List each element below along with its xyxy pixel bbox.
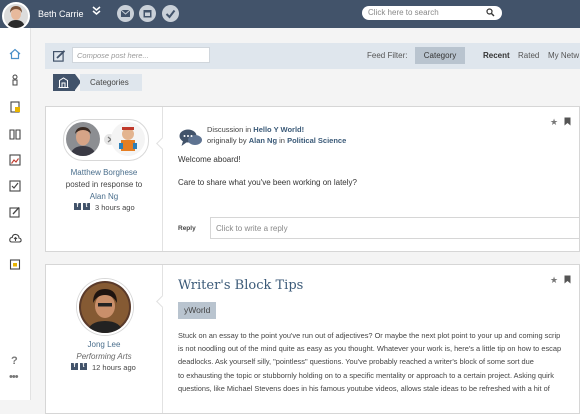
feed-filter-select[interactable]: Category xyxy=(415,47,465,64)
top-bar: Beth Carrie xyxy=(0,0,580,30)
edit-icon[interactable] xyxy=(9,206,21,218)
bookmark-icon[interactable] xyxy=(564,275,571,286)
search-icon[interactable] xyxy=(486,8,495,19)
person-icon[interactable] xyxy=(9,74,21,86)
discussion-link[interactable]: Hello Y World! xyxy=(253,125,304,134)
discussion-icon xyxy=(179,128,203,150)
breadcrumb-home[interactable] xyxy=(53,74,81,91)
twitter-icon[interactable]: t xyxy=(83,203,90,210)
post-tag[interactable]: yWorld xyxy=(178,302,217,319)
reply-input[interactable] xyxy=(216,218,516,238)
calendar-sidebar-icon[interactable] xyxy=(9,258,21,270)
post-body-line: is not noodling out of the mind quite as… xyxy=(178,344,562,354)
search-input[interactable] xyxy=(368,6,478,19)
avatar-pair xyxy=(63,119,149,161)
avatar[interactable] xyxy=(111,122,145,156)
post-body: Stuck on an essay to the point you've ru… xyxy=(178,329,580,395)
tab-rated[interactable]: Rated xyxy=(518,51,539,60)
document-icon[interactable] xyxy=(9,101,21,113)
reply-box[interactable] xyxy=(210,217,580,239)
author-subtitle: Performing Arts xyxy=(76,352,132,361)
star-icon[interactable]: ★ xyxy=(550,117,558,128)
in-word: in xyxy=(279,136,285,145)
post-title[interactable]: Writer's Block Tips xyxy=(178,278,303,293)
more-icon[interactable]: ••• xyxy=(9,371,19,383)
search-box[interactable] xyxy=(362,6,502,20)
left-sidebar: ? ••• xyxy=(0,28,31,400)
check-icon[interactable] xyxy=(162,5,179,22)
compose-input[interactable] xyxy=(77,48,205,62)
twitter-icon[interactable]: t xyxy=(80,363,87,370)
cloud-upload-icon[interactable] xyxy=(9,232,22,244)
feed-filter-label: Feed Filter: xyxy=(367,51,408,60)
author-name[interactable]: Jong Lee xyxy=(46,339,162,351)
post-author-panel: Matthew Borghese posted in response to A… xyxy=(46,107,163,251)
image-icon[interactable] xyxy=(9,154,21,166)
originally-prefix: originally by xyxy=(207,136,247,145)
post-card: Matthew Borghese posted in response to A… xyxy=(45,106,580,252)
mail-icon[interactable] xyxy=(117,5,134,22)
original-author-link[interactable]: Alan Ng xyxy=(249,136,277,145)
post-card: Jong Lee Performing Arts f t 12 hours ag… xyxy=(45,264,580,414)
post-author-panel: Jong Lee Performing Arts f t 12 hours ag… xyxy=(46,265,163,413)
tab-my-network[interactable]: My Netw xyxy=(548,51,579,60)
user-name[interactable]: Beth Carrie xyxy=(38,9,84,19)
category-link[interactable]: Political Science xyxy=(287,136,346,145)
calendar-icon[interactable] xyxy=(139,5,156,22)
building-icon xyxy=(58,77,69,90)
post-body-line: Stuck on an essay to the point you've ru… xyxy=(178,331,561,340)
feed-toolbar: Feed Filter: Category Recent Rated My Ne… xyxy=(45,43,580,69)
post-body-line: to exhausting the topic or stubbornly ho… xyxy=(178,370,554,380)
post-time: 3 hours ago xyxy=(95,203,135,212)
facebook-icon[interactable]: f xyxy=(71,363,78,370)
checklist-icon[interactable] xyxy=(9,180,21,192)
compose-box[interactable] xyxy=(72,47,210,63)
post-time: 12 hours ago xyxy=(92,363,136,372)
breadcrumb-categories[interactable]: Categories xyxy=(80,74,142,91)
avatar[interactable] xyxy=(66,122,100,156)
author-name[interactable]: Matthew Borghese xyxy=(46,167,162,179)
tab-recent[interactable]: Recent xyxy=(483,51,510,60)
help-icon[interactable]: ? xyxy=(11,355,18,367)
compose-icon[interactable] xyxy=(53,50,66,64)
book-icon[interactable] xyxy=(9,128,21,140)
post-body-line: questions, like Michael Stevens does in … xyxy=(178,383,550,393)
discussion-meta: Discussion in Hello Y World! originally … xyxy=(207,124,346,146)
facebook-icon[interactable]: f xyxy=(74,203,81,210)
post-body-line: deadlocks. Ask yourself silly, "pointles… xyxy=(178,357,534,367)
star-icon[interactable]: ★ xyxy=(550,275,558,286)
response-to-link[interactable]: Alan Ng xyxy=(46,191,162,203)
user-avatar[interactable] xyxy=(2,2,30,30)
discussion-prefix: Discussion in xyxy=(207,125,252,134)
avatar[interactable] xyxy=(77,279,133,335)
post-text-line: Welcome aboard! xyxy=(178,155,241,164)
home-icon[interactable] xyxy=(9,48,21,60)
post-context: posted in response to xyxy=(65,180,143,189)
chevron-down-icon[interactable] xyxy=(92,6,101,19)
bookmark-icon[interactable] xyxy=(564,117,571,128)
reply-label: Reply xyxy=(178,225,196,232)
post-text-line: Care to share what you've been working o… xyxy=(178,178,357,187)
